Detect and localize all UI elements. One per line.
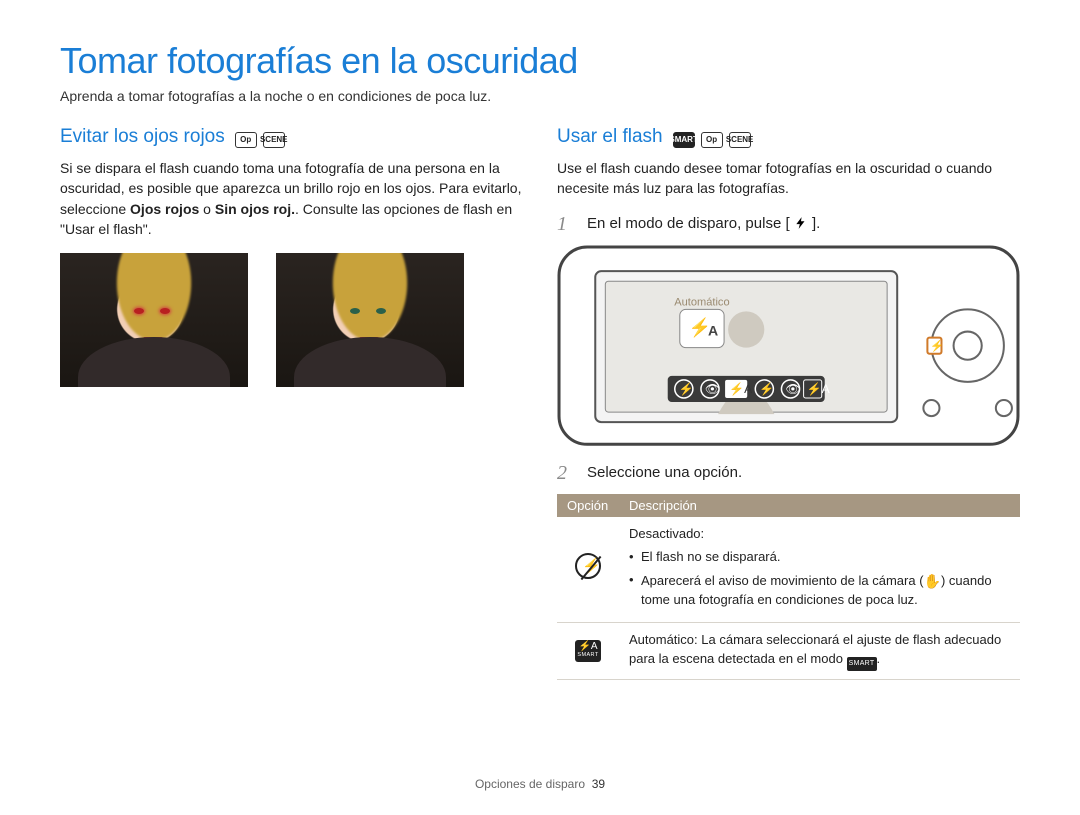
- th-option: Opción: [557, 494, 619, 517]
- camera-illustration: ⚡ A Automático ⚡ 👁 ⚡A ⚡ 👁 ⚡A: [557, 245, 1020, 446]
- th-description: Descripción: [619, 494, 1020, 517]
- step-1-text: En el modo de disparo, pulse [ ].: [587, 213, 1020, 235]
- svg-text:⚡A: ⚡A: [729, 382, 753, 397]
- flash-options-table: Opción Descripción Desactivado: El flash…: [557, 494, 1020, 680]
- mode-badge-op-2: Op: [701, 132, 723, 148]
- table-row: Desactivado: El flash no se disparará. A…: [557, 517, 1020, 622]
- page-footer: Opciones de disparo 39: [0, 777, 1080, 791]
- smart-mode-icon: SMART: [847, 657, 877, 671]
- flash-bolt-icon: [794, 215, 808, 229]
- flash-intro: Use el flash cuando desee tomar fotograf…: [557, 158, 1020, 199]
- subhead-use-flash: Usar el flash: [557, 126, 663, 148]
- svg-text:⚡: ⚡: [930, 338, 944, 352]
- page-title: Tomar fotografías en la oscuridad: [60, 40, 1020, 82]
- svg-text:👁: 👁: [785, 382, 800, 396]
- flash-auto-smart-icon: [575, 640, 601, 662]
- step-2-text: Seleccione una opción.: [587, 462, 1020, 484]
- svg-text:⚡: ⚡: [759, 382, 774, 397]
- row1-bullet-1: El flash no se disparará.: [629, 548, 1010, 567]
- row1-bullet-2: Aparecerá el aviso de movimiento de la c…: [629, 571, 1010, 610]
- subhead-red-eye: Evitar los ojos rojos: [60, 126, 225, 148]
- lead-text: Aprenda a tomar fotografías a la noche o…: [60, 88, 1020, 104]
- table-row: Automático: La cámara seleccionará el aj…: [557, 622, 1020, 679]
- svg-text:👁: 👁: [705, 382, 720, 396]
- mode-badge-scene-2: SCENE: [729, 132, 751, 148]
- svg-text:A: A: [708, 322, 718, 338]
- mode-badge-scene: SCENE: [263, 132, 285, 148]
- mode-badge-op: Op: [235, 132, 257, 148]
- shake-warning-icon: [924, 573, 941, 588]
- red-eye-paragraph: Si se dispara el flash cuando toma una f…: [60, 158, 523, 239]
- step-2-number: 2: [557, 462, 575, 484]
- mode-badge-smart: SMART: [673, 132, 695, 148]
- svg-text:Automático: Automático: [674, 296, 729, 308]
- section-use-flash: Usar el flash SMART Op SCENE Use el flas…: [557, 126, 1020, 680]
- photo-corrected: [276, 253, 464, 387]
- svg-text:⚡A: ⚡A: [807, 382, 831, 397]
- section-avoid-red-eye: Evitar los ojos rojos Op SCENE Si se dis…: [60, 126, 523, 680]
- step-1-number: 1: [557, 213, 575, 235]
- svg-text:⚡: ⚡: [679, 382, 694, 397]
- photo-red-eye: [60, 253, 248, 387]
- flash-off-icon: [575, 553, 601, 579]
